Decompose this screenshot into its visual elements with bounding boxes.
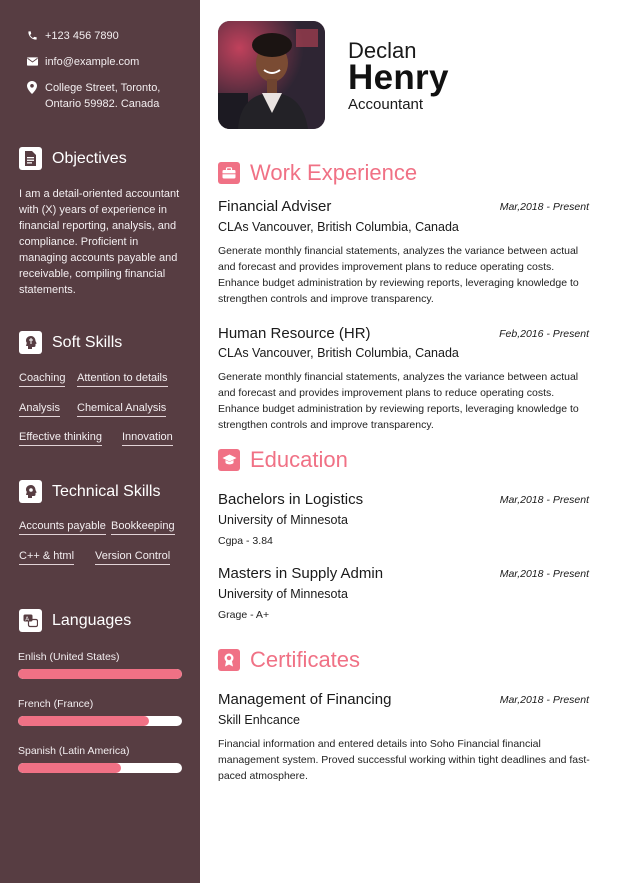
certificate-badge-icon — [218, 649, 240, 671]
document-icon — [19, 147, 42, 170]
language-level-fill — [18, 763, 122, 773]
job-date: Feb,2016 - Present — [499, 328, 589, 340]
contact-address: College Street, Toronto, Ontario 59982. … — [26, 80, 160, 112]
job-company: CLAs Vancouver, British Columbia, Canada — [218, 346, 459, 360]
translate-icon: A — [19, 609, 42, 632]
language-label: French (France) — [18, 698, 94, 710]
work-experience-heading: Work Experience — [218, 160, 417, 186]
languages-title: Languages — [52, 611, 132, 629]
certificate-issuer: Skill Enhcance — [218, 713, 300, 727]
last-name: Henry — [348, 58, 449, 97]
soft-skill-tag: Analysis — [19, 402, 60, 417]
soft-skill-tag: Attention to details — [77, 372, 168, 387]
job-company: CLAs Vancouver, British Columbia, Canada — [218, 220, 459, 234]
location-pin-icon — [26, 80, 38, 94]
technical-skills-title: Technical Skills — [52, 482, 161, 500]
job-title: Human Resource (HR) — [218, 325, 371, 342]
graduation-cap-icon — [218, 449, 240, 471]
job-role: Accountant — [348, 96, 424, 113]
job-title: Financial Adviser — [218, 198, 332, 215]
certificates-title: Certificates — [250, 647, 361, 672]
work-experience-title: Work Experience — [250, 160, 418, 185]
language-level-bar — [18, 763, 182, 773]
soft-skill-tag: Innovation — [122, 431, 173, 446]
soft-skills-title: Soft Skills — [52, 333, 123, 351]
language-level-bar — [18, 716, 182, 726]
briefcase-icon — [218, 162, 240, 184]
certificate-date: Mar,2018 - Present — [499, 694, 589, 706]
soft-skills-heading: Soft Skills — [19, 331, 122, 354]
certificate-description: Financial information and entered detail… — [218, 738, 590, 782]
phone-icon — [26, 28, 38, 42]
degree-date: Mar,2018 - Present — [499, 568, 589, 580]
language-label: Enlish (United States) — [18, 651, 120, 663]
technical-skill-tag: C++ & html — [19, 550, 75, 565]
profile-photo — [218, 21, 325, 129]
soft-skill-tag: Effective thinking — [19, 431, 102, 446]
soft-skill-tag: Coaching — [19, 372, 66, 387]
soft-skill-tag: Chemical Analysis — [77, 402, 167, 417]
sidebar: +123 456 7890 info@example.com College S… — [0, 0, 200, 883]
contact-email: info@example.com — [26, 54, 139, 70]
mail-icon — [26, 54, 38, 68]
svg-text:A: A — [25, 616, 29, 622]
brain-gear-icon — [19, 480, 42, 503]
school-name: University of Minnesota — [218, 587, 348, 601]
technical-skill-tag: Version Control — [95, 550, 171, 565]
address-line-2: Ontario 59982. Canada — [45, 98, 160, 110]
certificates-heading: Certificates — [218, 647, 360, 673]
grade-text: Grage - A+ — [218, 609, 270, 621]
language-label: Spanish (Latin America) — [18, 745, 130, 757]
technical-skills-heading: Technical Skills — [19, 480, 160, 503]
education-title: Education — [250, 447, 348, 472]
objectives-heading: Objectives — [19, 147, 127, 170]
technical-skill-tag: Bookkeeping — [111, 520, 175, 535]
brain-icon — [19, 331, 42, 354]
certificate-name: Management of Financing — [218, 691, 392, 708]
email-text: info@example.com — [45, 56, 140, 68]
language-level-bar — [18, 669, 182, 679]
technical-skill-tag: Accounts payable — [19, 520, 106, 535]
job-description: Generate monthly financial statements, a… — [218, 371, 579, 431]
degree-date: Mar,2018 - Present — [499, 494, 589, 506]
job-description: Generate monthly financial statements, a… — [218, 245, 579, 305]
languages-heading: A Languages — [19, 609, 131, 632]
degree-title: Masters in Supply Admin — [218, 565, 384, 582]
language-level-fill — [18, 669, 182, 679]
job-date: Mar,2018 - Present — [499, 201, 589, 213]
objectives-text: I am a detail-oriented accountant with (… — [19, 188, 180, 296]
school-name: University of Minnesota — [218, 513, 348, 527]
education-heading: Education — [218, 447, 348, 473]
contact-phone: +123 456 7890 — [26, 28, 119, 44]
address-line-1: College Street, Toronto, — [45, 82, 161, 94]
objectives-title: Objectives — [52, 149, 127, 167]
degree-title: Bachelors in Logistics — [218, 491, 364, 508]
language-level-fill — [18, 716, 150, 726]
phone-text: +123 456 7890 — [45, 30, 119, 42]
grade-text: Cgpa - 3.84 — [218, 535, 273, 547]
